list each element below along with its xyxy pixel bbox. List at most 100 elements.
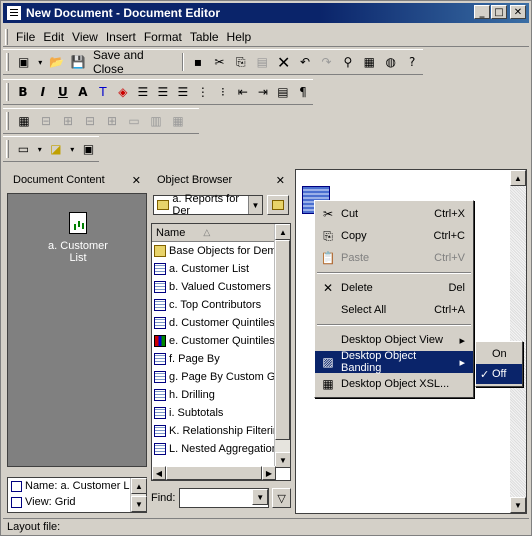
object-list-item[interactable]: h. Drilling bbox=[152, 386, 290, 404]
toolbar-grip[interactable] bbox=[6, 140, 9, 158]
scroll-left-arrow-icon[interactable]: ◀ bbox=[152, 466, 166, 480]
paragraph-mark-icon[interactable]: ¶ bbox=[294, 82, 312, 102]
submenu-item-off[interactable]: ✓ Off bbox=[476, 364, 522, 384]
scroll-up-arrow-icon[interactable]: ▲ bbox=[510, 170, 526, 186]
scroll-up-arrow-icon[interactable]: ▲ bbox=[131, 478, 147, 494]
object-list-item[interactable]: Base Objects for Demo bbox=[152, 242, 290, 260]
menu-item-desktop-object-xsl[interactable]: ▦ Desktop Object XSL... bbox=[315, 373, 473, 395]
menu-item-select-all[interactable]: Select All Ctrl+A bbox=[315, 299, 473, 321]
menu-item-desktop-object-banding[interactable]: ▨ Desktop Object Banding ▸ bbox=[315, 350, 473, 374]
menubar-grip[interactable] bbox=[5, 28, 8, 45]
save-icon[interactable]: 💾 bbox=[69, 52, 88, 72]
style-icon[interactable]: ◪ bbox=[46, 139, 65, 159]
object-list-item[interactable]: e. Customer Quintiles Char bbox=[152, 332, 290, 350]
menu-item-paste[interactable]: 📋 Paste Ctrl+V bbox=[315, 247, 473, 269]
delete-row-icon[interactable]: ⊟ bbox=[80, 111, 100, 131]
scroll-thumb[interactable] bbox=[275, 240, 290, 440]
filter-button[interactable]: ▽ bbox=[272, 488, 291, 508]
increase-indent-icon[interactable]: ⇥ bbox=[254, 82, 272, 102]
object-list-item[interactable]: f. Page By bbox=[152, 350, 290, 368]
fill-color-icon[interactable]: ◈ bbox=[114, 82, 132, 102]
object-list-item[interactable]: a. Customer List bbox=[152, 260, 290, 278]
grid-settings-icon[interactable]: ▦ bbox=[360, 52, 379, 72]
footer-scrollbar[interactable]: ▲ ▼ bbox=[130, 478, 147, 512]
menu-item-cut[interactable]: ✂ Cut Ctrl+X bbox=[315, 203, 473, 225]
toolbar-grip[interactable] bbox=[6, 83, 9, 101]
align-left-icon[interactable]: ☰ bbox=[134, 82, 152, 102]
close-button[interactable]: ✕ bbox=[510, 5, 526, 19]
find-binoculars-icon[interactable]: ⚲ bbox=[338, 52, 357, 72]
insert-row-icon[interactable]: ⊟ bbox=[36, 111, 56, 131]
scroll-up-arrow-icon[interactable]: ▲ bbox=[275, 224, 290, 240]
menu-format[interactable]: Format bbox=[140, 30, 186, 44]
list-vertical-scrollbar[interactable]: ▲ ▼ bbox=[274, 224, 290, 468]
menu-item-desktop-object-view[interactable]: Desktop Object View ▸ bbox=[315, 329, 473, 351]
redo-icon[interactable]: ↷ bbox=[317, 52, 336, 72]
list-horizontal-scrollbar[interactable]: ◀ ▶ bbox=[152, 466, 276, 480]
folder-select[interactable]: a. Reports for Der ▼ bbox=[153, 193, 263, 217]
chevron-down-icon[interactable]: ▼ bbox=[252, 489, 269, 505]
minimize-button[interactable]: _ bbox=[474, 5, 490, 19]
paste-icon[interactable]: ▤ bbox=[253, 52, 272, 72]
globe-icon[interactable]: ◍ bbox=[381, 52, 400, 72]
insert-table-icon[interactable]: ▦ bbox=[14, 111, 34, 131]
help-icon[interactable]: ? bbox=[402, 52, 421, 72]
object-list-item[interactable]: L. Nested Aggregation bbox=[152, 440, 290, 458]
dropdown-arrow-icon[interactable]: ▾ bbox=[67, 139, 77, 159]
dropdown-arrow-icon[interactable]: ▾ bbox=[35, 52, 45, 72]
dropdown-arrow-icon[interactable]: ▾ bbox=[35, 139, 45, 159]
object-list-item[interactable]: K. Relationship Filtering bbox=[152, 422, 290, 440]
save-disk-icon[interactable]: ▪ bbox=[188, 52, 207, 72]
horizontal-scroll-thumb[interactable] bbox=[166, 466, 262, 480]
menu-item-delete[interactable]: ✕ Delete Del bbox=[315, 277, 473, 299]
find-input[interactable]: ▼ bbox=[179, 488, 270, 508]
menu-table[interactable]: Table bbox=[186, 30, 223, 44]
layout-icon[interactable]: ▭ bbox=[14, 139, 33, 159]
bold-icon[interactable]: B bbox=[14, 82, 32, 102]
object-list-item[interactable]: g. Page By Custom Group bbox=[152, 368, 290, 386]
italic-icon[interactable]: I bbox=[34, 82, 52, 102]
menu-item-copy[interactable]: ⎘ Copy Ctrl+C bbox=[315, 225, 473, 247]
toolbar-grip[interactable] bbox=[6, 53, 9, 71]
scroll-down-arrow-icon[interactable]: ▼ bbox=[131, 496, 147, 512]
menu-insert[interactable]: Insert bbox=[102, 30, 140, 44]
text-highlight-icon[interactable]: T bbox=[94, 82, 112, 102]
align-right-icon[interactable]: ☰ bbox=[174, 82, 192, 102]
numbered-list-icon[interactable]: ⋮ bbox=[194, 82, 212, 102]
menu-file[interactable]: File bbox=[12, 30, 39, 44]
object-list-item[interactable]: i. Subtotals bbox=[152, 404, 290, 422]
delete-icon[interactable]: ✕ bbox=[274, 52, 293, 72]
new-document-icon[interactable]: ▣ bbox=[14, 52, 33, 72]
maximize-button[interactable]: □ bbox=[491, 5, 507, 19]
column-header-name[interactable]: Name △ bbox=[152, 224, 290, 242]
scroll-down-arrow-icon[interactable]: ▼ bbox=[510, 497, 526, 513]
up-folder-button[interactable] bbox=[267, 195, 289, 215]
copy-icon[interactable]: ⎘ bbox=[231, 52, 250, 72]
scroll-right-arrow-icon[interactable]: ▶ bbox=[262, 466, 276, 480]
scroll-down-arrow-icon[interactable]: ▼ bbox=[275, 452, 290, 468]
insert-column-icon[interactable]: ⊞ bbox=[58, 111, 78, 131]
borders-icon[interactable]: ▤ bbox=[274, 82, 292, 102]
data-object-icon[interactable]: ▣ bbox=[79, 139, 98, 159]
merge-cells-icon[interactable]: ▭ bbox=[124, 111, 144, 131]
menu-edit[interactable]: Edit bbox=[39, 30, 68, 44]
split-cells-icon[interactable]: ▥ bbox=[146, 111, 166, 131]
decrease-indent-icon[interactable]: ⇤ bbox=[234, 82, 252, 102]
customer-list-item[interactable]: a. Customer List bbox=[46, 212, 110, 264]
object-list-item[interactable]: d. Customer Quintiles bbox=[152, 314, 290, 332]
object-list-item[interactable]: c. Top Contributors bbox=[152, 296, 290, 314]
toolbar-grip[interactable] bbox=[6, 112, 9, 130]
close-panel-icon[interactable]: ✕ bbox=[132, 174, 141, 187]
document-content-area[interactable]: a. Customer List bbox=[7, 193, 147, 467]
align-center-icon[interactable]: ☰ bbox=[154, 82, 172, 102]
open-folder-icon[interactable]: 📂 bbox=[47, 52, 66, 72]
object-list[interactable]: Name △ Base Objects for Demo a. Customer … bbox=[151, 223, 291, 481]
submenu-item-on[interactable]: On bbox=[476, 344, 522, 364]
menu-help[interactable]: Help bbox=[223, 30, 256, 44]
bullet-list-icon[interactable]: ⁝ bbox=[214, 82, 232, 102]
undo-icon[interactable]: ↶ bbox=[295, 52, 314, 72]
object-list-item[interactable]: b. Valued Customers bbox=[152, 278, 290, 296]
save-and-close-button[interactable]: Save and Close bbox=[90, 48, 178, 76]
chevron-down-icon[interactable]: ▼ bbox=[248, 196, 262, 214]
delete-column-icon[interactable]: ⊞ bbox=[102, 111, 122, 131]
